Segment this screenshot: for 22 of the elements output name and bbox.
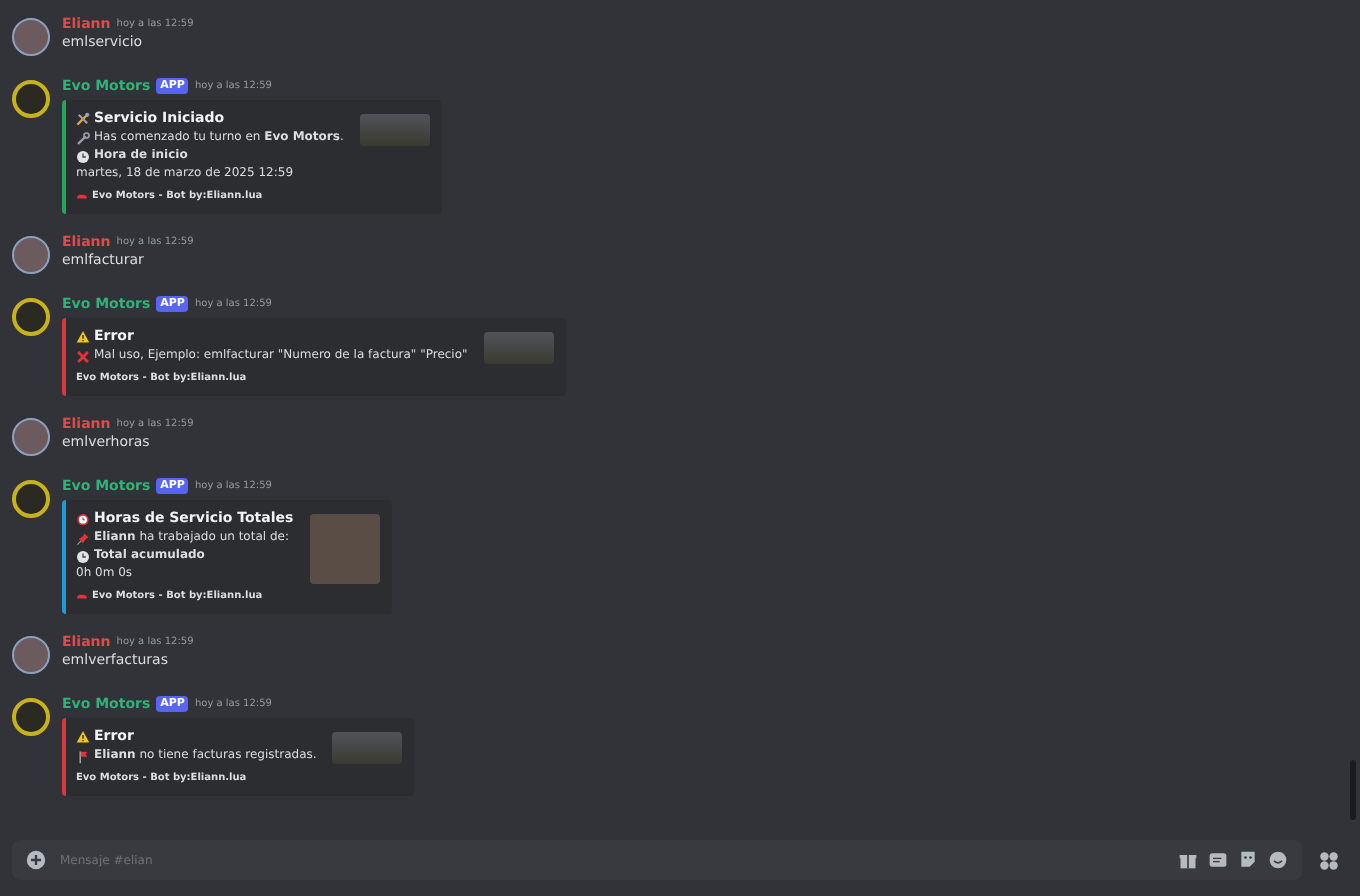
emoji-icon[interactable] bbox=[1268, 850, 1288, 870]
warning-icon bbox=[76, 729, 90, 743]
pin-icon bbox=[76, 531, 90, 545]
alarm-clock-icon bbox=[76, 511, 90, 525]
clock-icon bbox=[76, 149, 90, 163]
cross-icon bbox=[76, 349, 90, 363]
wrench-icon bbox=[76, 131, 90, 145]
user-avatar[interactable] bbox=[12, 236, 50, 274]
clock-icon bbox=[76, 549, 90, 563]
bot-avatar[interactable] bbox=[12, 298, 50, 336]
sticker-icon[interactable] bbox=[1238, 850, 1258, 870]
user-avatar[interactable] bbox=[12, 18, 50, 56]
flag-icon bbox=[76, 749, 90, 763]
user-avatar[interactable] bbox=[12, 418, 50, 456]
tools-icon bbox=[76, 111, 90, 125]
add-icon[interactable] bbox=[26, 850, 46, 870]
bot-avatar[interactable] bbox=[12, 480, 50, 518]
bot-avatar[interactable] bbox=[12, 698, 50, 736]
warning-icon bbox=[76, 329, 90, 343]
apps-icon[interactable] bbox=[1318, 849, 1340, 871]
user-avatar[interactable] bbox=[12, 636, 50, 674]
bot-avatar[interactable] bbox=[12, 80, 50, 118]
